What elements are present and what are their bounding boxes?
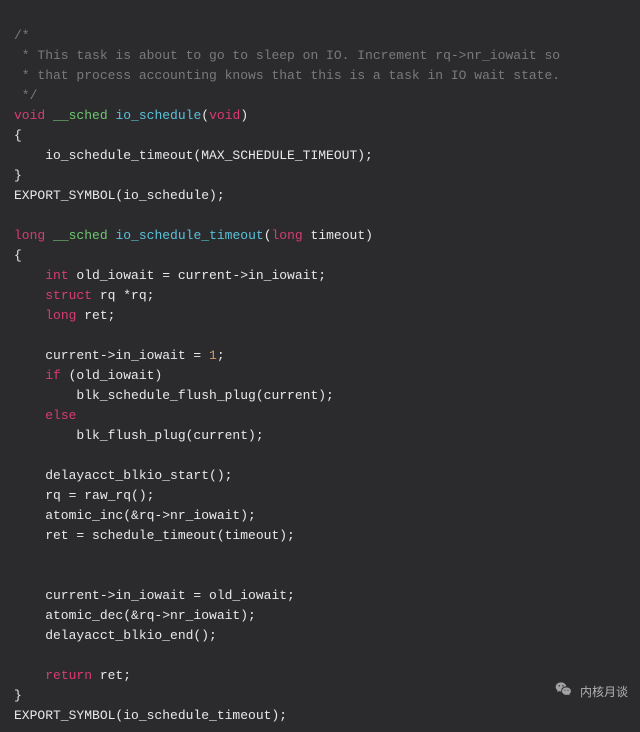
code-text: io_schedule_timeout(MAX_SCHEDULE_TIMEOUT… xyxy=(14,148,373,163)
keyword: else xyxy=(45,408,76,423)
wechat-icon xyxy=(554,679,574,705)
code-text xyxy=(14,668,45,683)
comment-line: * This task is about to go to sleep on I… xyxy=(14,48,560,63)
watermark: 内核月谈 xyxy=(554,679,628,705)
keyword: void xyxy=(14,108,45,123)
comment-line: */ xyxy=(14,88,37,103)
code-text: { xyxy=(14,128,22,143)
code-text: blk_flush_plug(current); xyxy=(14,428,264,443)
code-text: EXPORT_SYMBOL(io_schedule); xyxy=(14,188,225,203)
code-text: ( xyxy=(201,108,209,123)
code-text: delayacct_blkio_end(); xyxy=(14,628,217,643)
code-block: /* * This task is about to go to sleep o… xyxy=(0,0,640,732)
watermark-text: 内核月谈 xyxy=(580,682,628,702)
keyword: if xyxy=(45,368,61,383)
comment-line: /* xyxy=(14,28,30,43)
code-text xyxy=(14,268,45,283)
keyword: struct xyxy=(45,288,92,303)
keyword: return xyxy=(45,668,92,683)
function-name: io_schedule xyxy=(115,108,201,123)
code-text xyxy=(14,368,45,383)
code-text: old_iowait = current->in_iowait; xyxy=(69,268,326,283)
function-name: io_schedule_timeout xyxy=(115,228,263,243)
code-text: ret = schedule_timeout(timeout); xyxy=(14,528,295,543)
code-text: current->in_iowait = xyxy=(14,348,209,363)
code-text: atomic_dec(&rq->nr_iowait); xyxy=(14,608,256,623)
code-text: ret; xyxy=(76,308,115,323)
code-text: { xyxy=(14,248,22,263)
code-text: (old_iowait) xyxy=(61,368,162,383)
code-text: rq *rq; xyxy=(92,288,154,303)
code-text: rq = raw_rq(); xyxy=(14,488,154,503)
code-text: blk_schedule_flush_plug(current); xyxy=(14,388,334,403)
code-text: ( xyxy=(264,228,272,243)
comment-line: * that process accounting knows that thi… xyxy=(14,68,560,83)
attribute: __sched xyxy=(53,108,108,123)
code-text xyxy=(14,308,45,323)
code-text: atomic_inc(&rq->nr_iowait); xyxy=(14,508,256,523)
code-text: EXPORT_SYMBOL(io_schedule_timeout); xyxy=(14,708,287,723)
keyword: int xyxy=(45,268,68,283)
keyword: long xyxy=(45,308,76,323)
code-text xyxy=(14,288,45,303)
code-text: current->in_iowait = old_iowait; xyxy=(14,588,295,603)
code-text: timeout) xyxy=(303,228,373,243)
code-text xyxy=(14,408,45,423)
number: 1 xyxy=(209,348,217,363)
keyword: long xyxy=(14,228,45,243)
code-text: delayacct_blkio_start(); xyxy=(14,468,232,483)
code-text: ret; xyxy=(92,668,131,683)
keyword: long xyxy=(272,228,303,243)
code-text: ; xyxy=(217,348,225,363)
keyword: void xyxy=(209,108,240,123)
attribute: __sched xyxy=(53,228,108,243)
code-text: } xyxy=(14,688,22,703)
code-text: } xyxy=(14,168,22,183)
code-text: ) xyxy=(240,108,248,123)
